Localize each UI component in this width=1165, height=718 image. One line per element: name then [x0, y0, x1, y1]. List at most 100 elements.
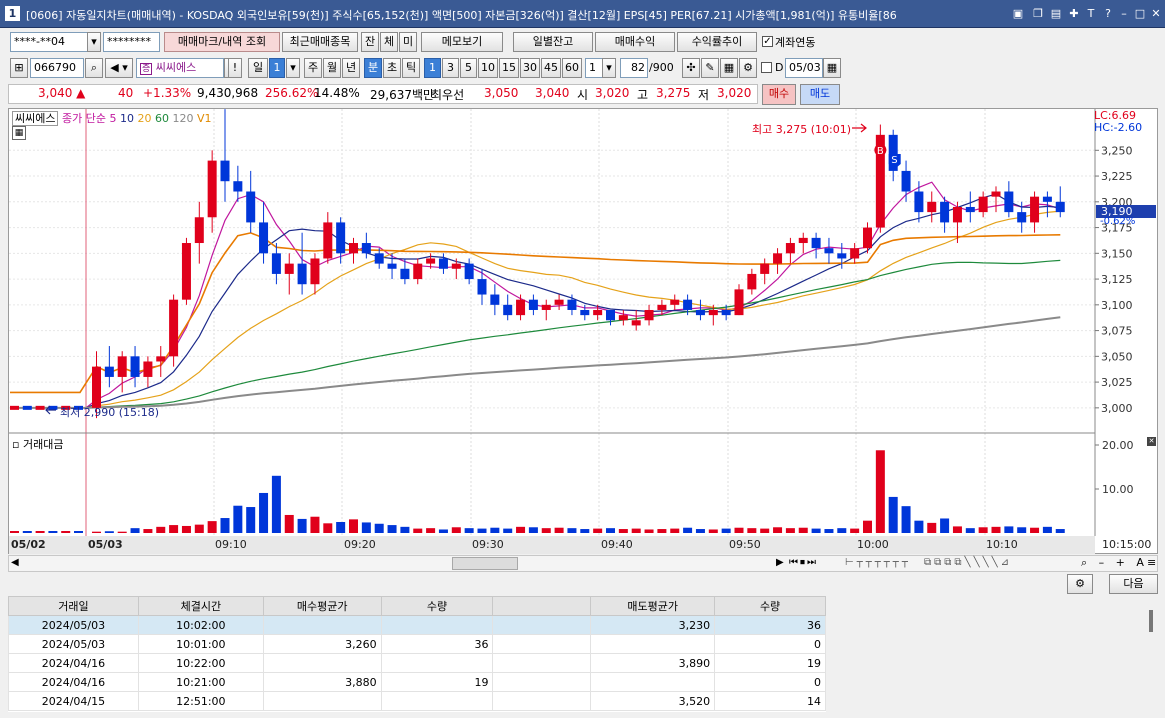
amount-axis-ticks: 20.00 10.00	[1095, 439, 1134, 496]
amount-bar	[130, 528, 140, 533]
candle-body	[117, 356, 127, 377]
scroll-left-icon[interactable]: ◀	[11, 557, 19, 568]
amount-tick-label: 10.00	[1102, 483, 1134, 496]
prev-amount-bar	[22, 531, 32, 533]
scroll-thumb[interactable]	[452, 557, 518, 570]
amount-bar	[104, 531, 114, 533]
candle-body	[477, 279, 487, 295]
trades-table: 거래일 체결시간 매수평균가 수량 매도평균가 수량 2024/05/03 10:…	[8, 596, 826, 712]
candle-body	[1004, 191, 1014, 213]
next-button[interactable]: 다음	[1109, 574, 1158, 594]
candle-body	[400, 268, 410, 280]
x-tick-9: 10:15:00	[1102, 538, 1152, 551]
prev-amount-bar	[48, 531, 58, 533]
amount-bar	[1030, 527, 1040, 533]
amount-bar	[117, 531, 127, 533]
x-tick-8: 10:10	[986, 538, 1018, 551]
candle-body	[387, 263, 397, 269]
amount-bar	[773, 527, 783, 533]
amount-bar	[708, 529, 718, 533]
amount-bar	[785, 528, 795, 533]
candle-body	[516, 299, 526, 316]
amount-bar	[683, 527, 693, 533]
x-tick-6: 09:50	[729, 538, 761, 551]
zoom-slider[interactable]: ⊢┬┬┬┬┬┬	[845, 557, 911, 568]
table-header-row: 거래일 체결시간 매수평균가 수량 매도평균가 수량	[8, 596, 826, 616]
prev-amount-bar	[74, 531, 83, 533]
candle-body	[490, 294, 500, 305]
x-tick-4: 09:30	[472, 538, 504, 551]
candle-body	[965, 206, 975, 213]
gear-icon[interactable]: ⚙	[1067, 574, 1093, 594]
candle-body	[220, 160, 230, 182]
amount-bar	[927, 522, 937, 533]
amount-bar	[888, 496, 898, 533]
candle-body	[747, 273, 757, 290]
table-row[interactable]: 2024/05/03 10:01:00 3,260 36 0	[8, 634, 826, 654]
col-buy-avg: 매수평균가	[262, 596, 382, 616]
candle-body	[271, 253, 281, 274]
table-row[interactable]: 2024/04/16 10:22:00 3,890 19	[8, 653, 826, 673]
amount-bar	[798, 527, 808, 533]
legend-ma10: 10	[119, 112, 134, 125]
prev-day-candle	[10, 405, 19, 410]
amount-bar	[593, 528, 603, 533]
candle-body	[708, 309, 718, 316]
candle-body	[156, 356, 166, 362]
grid-toolbar: ⚙ 다음	[8, 574, 1158, 596]
amount-tick-label: 20.00	[1102, 439, 1134, 452]
amount-bar	[978, 527, 988, 533]
draw-tools[interactable]: ⧉⧉⧉⧉╲╲╲╲⊿	[924, 557, 1012, 568]
legend-ma120: 120	[172, 112, 194, 125]
candle-body	[618, 315, 628, 321]
legend-ma60: 60	[154, 112, 169, 125]
y-tick-label: 3,125	[1101, 273, 1133, 286]
time-axis	[9, 536, 1095, 554]
amount-bar	[1004, 526, 1014, 533]
table-row[interactable]: 2024/05/03 10:02:00 3,230 36	[8, 615, 826, 635]
candle-body	[438, 258, 448, 269]
table-toggle-icon[interactable]: ▦	[12, 126, 26, 140]
buy-marker-label: B	[877, 146, 884, 157]
candle-body	[785, 243, 795, 254]
candle-body	[143, 361, 153, 377]
y-tick-label: 3,050	[1101, 350, 1133, 363]
col-sell-avg: 매도평균가	[590, 596, 716, 616]
candle-body	[863, 227, 872, 249]
col-time: 체결시간	[137, 596, 264, 616]
amount-bar	[991, 526, 1001, 533]
amount-bar	[181, 525, 191, 533]
menu-icon[interactable]: ≡	[1147, 556, 1156, 569]
candle-body	[207, 160, 217, 218]
candle-body	[1055, 201, 1065, 213]
candles	[10, 109, 1065, 419]
amount-bar	[631, 528, 641, 533]
table-row[interactable]: 2024/04/15 12:51:00 3,520 14	[8, 691, 826, 711]
candle-body	[734, 289, 744, 316]
amount-bar	[850, 528, 860, 533]
high-annotation: 최고 3,275 (10:01)	[752, 123, 852, 136]
candle-body	[978, 196, 988, 213]
amount-bar	[259, 492, 269, 533]
table-scrollbar[interactable]	[1149, 610, 1153, 632]
amount-bar	[824, 529, 834, 533]
amount-bar	[143, 529, 153, 533]
amount-bar	[940, 518, 950, 533]
candle-body	[233, 181, 243, 192]
amount-bar	[811, 528, 821, 533]
table-row[interactable]: 2024/04/16 10:21:00 3,880 19 0	[8, 672, 826, 692]
candle-body	[850, 248, 860, 259]
chart-legend: 씨씨에스 종가 단순 5 10 20 60 120 V1	[12, 110, 212, 126]
zoom-icon[interactable]: ⌕ – + A	[1081, 556, 1148, 570]
amount-bar	[580, 529, 590, 533]
candle-body	[760, 263, 770, 274]
chart-scroll-bar: ◀ ▶ ⏮⏹⏭ ⊢┬┬┬┬┬┬ ⧉⧉⧉⧉╲╲╲╲⊿ ⌕ – + A ≡	[8, 555, 1158, 572]
amount-bar	[670, 528, 680, 533]
amount-bar	[541, 528, 551, 533]
scroll-right-icon[interactable]: ▶	[776, 557, 784, 568]
close-pane-icon[interactable]: ✕	[1147, 437, 1156, 446]
amount-bar	[760, 528, 770, 533]
prev-day-candle	[35, 405, 45, 410]
amount-bar	[1055, 529, 1065, 533]
playback-controls[interactable]: ⏮⏹⏭	[789, 557, 818, 568]
